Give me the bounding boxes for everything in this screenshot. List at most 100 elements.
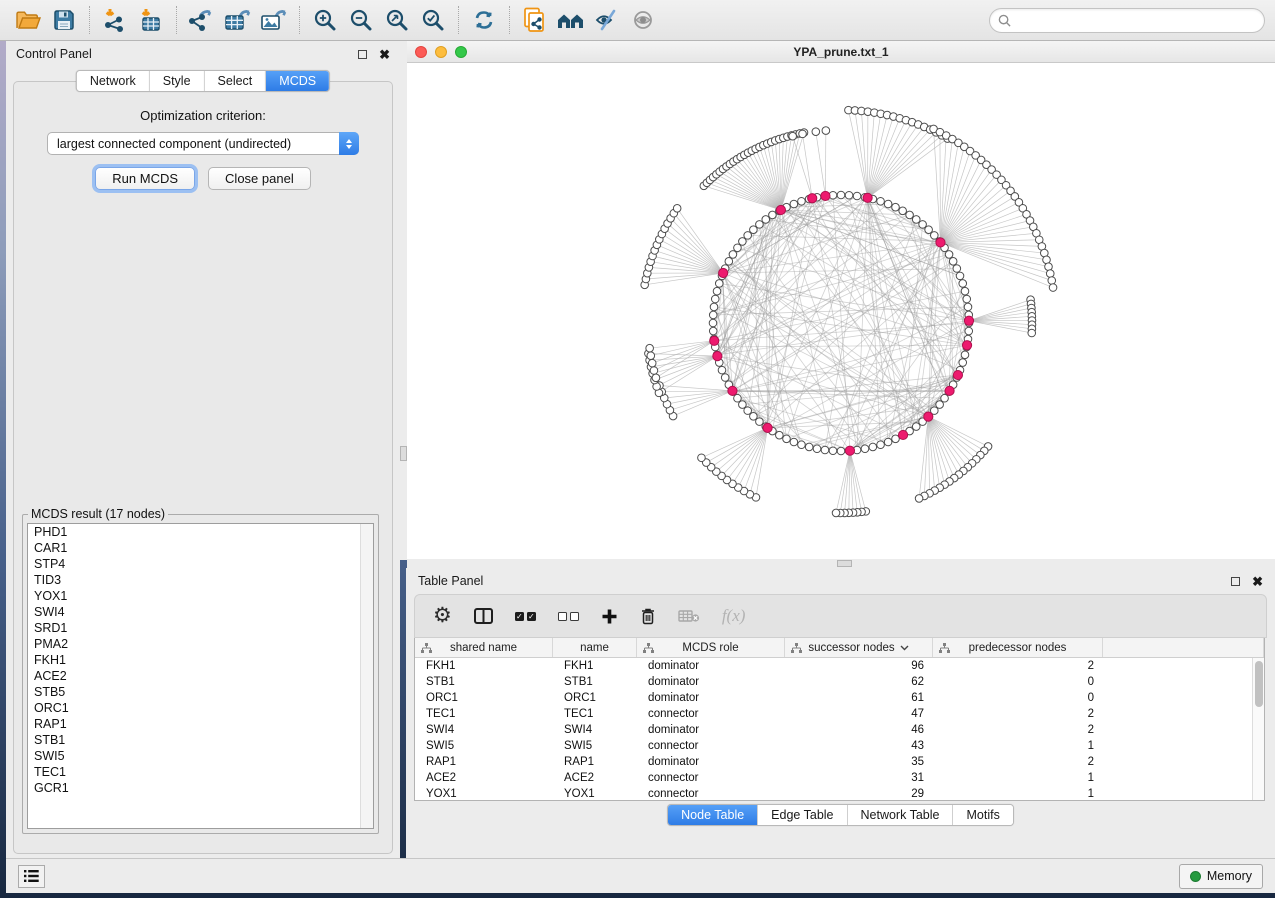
result-list-scrollbar[interactable] bbox=[360, 524, 373, 828]
tab-style[interactable]: Style bbox=[149, 71, 204, 91]
mcds-node[interactable] bbox=[936, 238, 945, 247]
cell-predecessor-nodes[interactable]: 2 bbox=[933, 658, 1103, 674]
table-row[interactable]: RAP1RAP1dominator352 bbox=[415, 754, 1252, 770]
cell-name[interactable]: TEC1 bbox=[553, 706, 637, 722]
cell-mcds-role[interactable]: connector bbox=[637, 786, 785, 801]
vertical-splitter[interactable] bbox=[400, 41, 407, 560]
tab-edge-table[interactable]: Edge Table bbox=[757, 805, 846, 825]
splitter-grip[interactable] bbox=[837, 560, 852, 567]
cell-shared-name[interactable]: RAP1 bbox=[415, 754, 553, 770]
hide-selected-button[interactable] bbox=[589, 3, 625, 37]
mcds-node[interactable] bbox=[924, 412, 933, 421]
cell-predecessor-nodes[interactable]: 1 bbox=[933, 786, 1103, 801]
search-input[interactable] bbox=[1011, 13, 1256, 27]
task-history-button[interactable] bbox=[18, 865, 45, 888]
cell-name[interactable]: ORC1 bbox=[553, 690, 637, 706]
scrollbar-thumb[interactable] bbox=[1255, 661, 1263, 707]
save-session-button[interactable] bbox=[46, 3, 82, 37]
cell-successor-nodes[interactable]: 62 bbox=[785, 674, 933, 690]
cell-predecessor-nodes[interactable]: 2 bbox=[933, 706, 1103, 722]
cell-successor-nodes[interactable]: 61 bbox=[785, 690, 933, 706]
cell-shared-name[interactable]: ORC1 bbox=[415, 690, 553, 706]
table-row[interactable]: ACE2ACE2connector311 bbox=[415, 770, 1252, 786]
mcds-node[interactable] bbox=[953, 370, 962, 379]
cell-name[interactable]: ACE2 bbox=[553, 770, 637, 786]
select-all-icon[interactable]: ✓✓ bbox=[515, 612, 536, 621]
result-list-item[interactable]: PMA2 bbox=[28, 636, 373, 652]
cell-name[interactable]: SWI4 bbox=[553, 722, 637, 738]
cell-mcds-role[interactable]: dominator bbox=[637, 722, 785, 738]
import-table-button[interactable] bbox=[133, 3, 169, 37]
cell-shared-name[interactable]: ACE2 bbox=[415, 770, 553, 786]
cell-mcds-role[interactable]: connector bbox=[637, 738, 785, 754]
add-column-icon[interactable] bbox=[601, 608, 618, 625]
tab-node-table[interactable]: Node Table bbox=[668, 805, 757, 825]
result-list-item[interactable]: FKH1 bbox=[28, 652, 373, 668]
cell-successor-nodes[interactable]: 43 bbox=[785, 738, 933, 754]
cell-successor-nodes[interactable]: 96 bbox=[785, 658, 933, 674]
tab-network[interactable]: Network bbox=[77, 71, 149, 91]
mcds-node[interactable] bbox=[962, 341, 971, 350]
import-network-button[interactable] bbox=[97, 3, 133, 37]
cell-successor-nodes[interactable]: 31 bbox=[785, 770, 933, 786]
table-row[interactable]: TEC1TEC1connector472 bbox=[415, 706, 1252, 722]
cell-mcds-role[interactable]: dominator bbox=[637, 674, 785, 690]
table-row[interactable]: YOX1YOX1connector291 bbox=[415, 786, 1252, 801]
cell-shared-name[interactable]: SWI5 bbox=[415, 738, 553, 754]
run-mcds-button[interactable]: Run MCDS bbox=[95, 167, 195, 190]
mcds-node[interactable] bbox=[713, 352, 722, 361]
table-row[interactable]: SWI5SWI5connector431 bbox=[415, 738, 1252, 754]
splitter-grip[interactable] bbox=[400, 446, 407, 461]
column-header-shared-name[interactable]: shared name bbox=[415, 638, 553, 657]
cell-name[interactable]: YOX1 bbox=[553, 786, 637, 801]
result-list-item[interactable]: ORC1 bbox=[28, 700, 373, 716]
cell-mcds-role[interactable]: connector bbox=[637, 706, 785, 722]
result-list-item[interactable]: TID3 bbox=[28, 572, 373, 588]
mcds-node[interactable] bbox=[728, 386, 737, 395]
cell-predecessor-nodes[interactable]: 2 bbox=[933, 754, 1103, 770]
tab-motifs[interactable]: Motifs bbox=[952, 805, 1012, 825]
first-neighbors-button[interactable] bbox=[553, 3, 589, 37]
column-header-name[interactable]: name bbox=[553, 638, 637, 657]
sort-desc-icon[interactable] bbox=[900, 645, 909, 651]
zoom-out-button[interactable] bbox=[343, 3, 379, 37]
table-row[interactable]: ORC1ORC1dominator610 bbox=[415, 690, 1252, 706]
cell-predecessor-nodes[interactable]: 2 bbox=[933, 722, 1103, 738]
result-list-item[interactable]: ACE2 bbox=[28, 668, 373, 684]
refresh-layout-button[interactable] bbox=[466, 3, 502, 37]
result-list-item[interactable]: RAP1 bbox=[28, 716, 373, 732]
mcds-node[interactable] bbox=[898, 430, 907, 439]
result-list-item[interactable]: SRD1 bbox=[28, 620, 373, 636]
cell-predecessor-nodes[interactable]: 0 bbox=[933, 690, 1103, 706]
cell-shared-name[interactable]: STB1 bbox=[415, 674, 553, 690]
cell-shared-name[interactable]: TEC1 bbox=[415, 706, 553, 722]
float-panel-icon[interactable] bbox=[358, 50, 367, 59]
export-table-button[interactable] bbox=[220, 3, 256, 37]
cell-name[interactable]: STB1 bbox=[553, 674, 637, 690]
result-list-item[interactable]: CAR1 bbox=[28, 540, 373, 556]
column-header-predecessor-nodes[interactable]: predecessor nodes bbox=[933, 638, 1103, 657]
table-row[interactable]: STB1STB1dominator620 bbox=[415, 674, 1252, 690]
tab-select[interactable]: Select bbox=[204, 71, 266, 91]
cell-predecessor-nodes[interactable]: 1 bbox=[933, 770, 1103, 786]
cell-successor-nodes[interactable]: 35 bbox=[785, 754, 933, 770]
table-row[interactable]: SWI4SWI4dominator462 bbox=[415, 722, 1252, 738]
close-panel-icon[interactable]: ✖ bbox=[1252, 577, 1263, 586]
mcds-node[interactable] bbox=[863, 193, 872, 202]
float-panel-icon[interactable] bbox=[1231, 577, 1240, 586]
mcds-node[interactable] bbox=[964, 316, 973, 325]
export-network-button[interactable] bbox=[184, 3, 220, 37]
mcds-node[interactable] bbox=[776, 205, 785, 214]
horizontal-splitter[interactable] bbox=[407, 559, 1275, 568]
mcds-node[interactable] bbox=[945, 386, 954, 395]
export-image-button[interactable] bbox=[256, 3, 292, 37]
result-list-item[interactable]: STB5 bbox=[28, 684, 373, 700]
mcds-node[interactable] bbox=[808, 194, 817, 203]
cell-mcds-role[interactable]: connector bbox=[637, 770, 785, 786]
mcds-node[interactable] bbox=[763, 423, 772, 432]
result-list-item[interactable]: STB1 bbox=[28, 732, 373, 748]
cell-mcds-role[interactable]: dominator bbox=[637, 690, 785, 706]
cell-mcds-role[interactable]: dominator bbox=[637, 754, 785, 770]
result-list-item[interactable]: TEC1 bbox=[28, 764, 373, 780]
criterion-select[interactable]: largest connected component (undirected) bbox=[47, 132, 359, 155]
